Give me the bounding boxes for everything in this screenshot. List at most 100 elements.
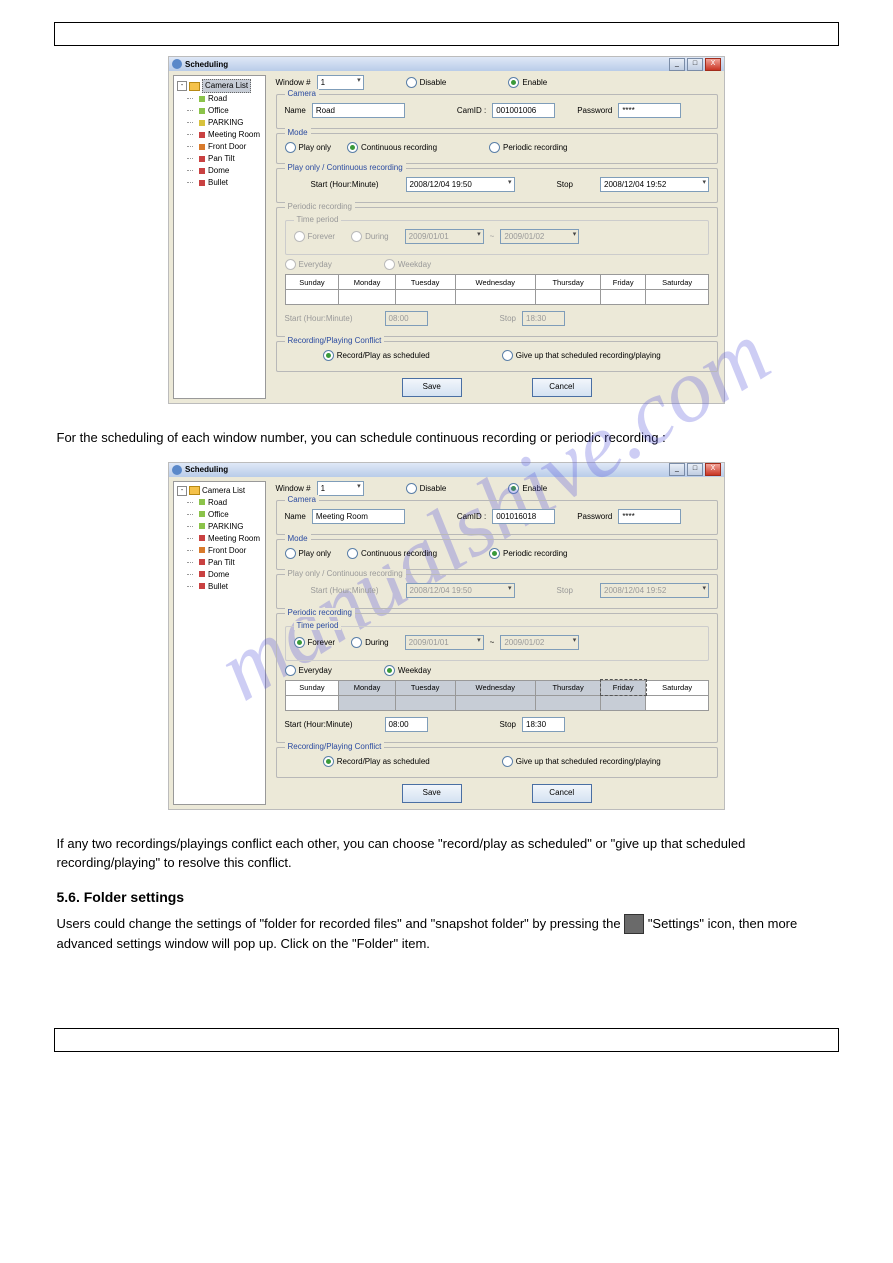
tree-item-pantilt[interactable]: Pan Tilt xyxy=(177,557,262,569)
radio-play-only[interactable]: Play only xyxy=(285,548,331,559)
tree-item-road[interactable]: Road xyxy=(177,497,262,509)
cancel-button[interactable]: Cancel xyxy=(532,784,592,803)
screenshot-scheduling-continuous: Scheduling _ □ X - Camera List Road Offi… xyxy=(168,56,725,404)
app-icon xyxy=(172,59,182,69)
radio-disable[interactable]: Disable xyxy=(406,483,447,494)
camid-input[interactable]: 001016018 xyxy=(492,509,555,524)
tree-root[interactable]: Camera List xyxy=(202,485,245,497)
p-start-input: 08:00 xyxy=(385,311,428,326)
screenshot-scheduling-periodic: Scheduling _ □ X - Camera List Road Offi… xyxy=(168,462,725,810)
tree-item-meeting[interactable]: Meeting Room xyxy=(177,533,262,545)
radio-weekday[interactable]: Weekday xyxy=(384,665,431,676)
radio-everyday[interactable]: Everyday xyxy=(285,665,332,676)
window-num-label: Window # xyxy=(276,484,311,493)
p-stop-input[interactable]: 18:30 xyxy=(522,717,565,732)
tree-item-dome[interactable]: Dome xyxy=(177,165,262,177)
group-camera-label: Camera xyxy=(285,89,319,98)
conflict-label: Recording/Playing Conflict xyxy=(285,742,385,751)
radio-enable[interactable]: Enable xyxy=(508,483,547,494)
page-header-box xyxy=(54,22,839,46)
p-start-input[interactable]: 08:00 xyxy=(385,717,428,732)
radio-continuous[interactable]: Continuous recording xyxy=(347,548,437,559)
tree-item-pantilt[interactable]: Pan Tilt xyxy=(177,153,262,165)
radio-periodic[interactable]: Periodic recording xyxy=(489,142,567,153)
paragraph-folder: Users could change the settings of "fold… xyxy=(57,914,837,954)
password-input[interactable]: **** xyxy=(618,103,681,118)
tree-item-parking[interactable]: PARKING xyxy=(177,117,262,129)
stop-label: Stop xyxy=(557,180,573,189)
radio-disable[interactable]: Disable xyxy=(406,77,447,88)
password-label: Password xyxy=(577,512,612,521)
camera-tree[interactable]: - Camera List Road Office PARKING Meetin… xyxy=(173,75,266,399)
radio-conf-record[interactable]: Record/Play as scheduled xyxy=(323,756,430,767)
maximize-icon[interactable]: □ xyxy=(687,58,703,71)
name-input[interactable]: Meeting Room xyxy=(312,509,405,524)
group-periodic-disabled: Periodic recording Time period Forever D… xyxy=(276,207,719,337)
radio-forever: Forever xyxy=(294,231,336,242)
weekday-table: SundayMondayTuesdayWednesdayThursdayFrid… xyxy=(285,274,710,305)
minimize-icon[interactable]: _ xyxy=(669,58,685,71)
camera-tree-2[interactable]: - Camera List Road Office PARKING Meetin… xyxy=(173,481,266,805)
close-icon[interactable]: X xyxy=(705,463,721,476)
tree-item-office[interactable]: Office xyxy=(177,509,262,521)
camid-input[interactable]: 001001006 xyxy=(492,103,555,118)
conflict-label: Recording/Playing Conflict xyxy=(285,336,385,345)
titlebar: Scheduling _ □ X xyxy=(169,57,724,71)
weekday-table-selected[interactable]: SundayMondayTuesdayWednesdayThursdayFrid… xyxy=(285,680,710,711)
radio-conf-giveup[interactable]: Give up that scheduled recording/playing xyxy=(502,756,661,767)
save-button[interactable]: Save xyxy=(402,378,462,397)
password-input[interactable]: **** xyxy=(618,509,681,524)
radio-forever[interactable]: Forever xyxy=(294,637,336,648)
tree-item-front[interactable]: Front Door xyxy=(177,141,262,153)
radio-enable[interactable]: Enable xyxy=(508,77,547,88)
tree-item-road[interactable]: Road xyxy=(177,93,262,105)
maximize-icon[interactable]: □ xyxy=(687,463,703,476)
time-period-label: Time period xyxy=(294,215,342,224)
tree-item-office[interactable]: Office xyxy=(177,105,262,117)
close-icon[interactable]: X xyxy=(705,58,721,71)
camid-label: CamID : xyxy=(457,106,486,115)
radio-periodic[interactable]: Periodic recording xyxy=(489,548,567,559)
tree-collapse-icon[interactable]: - xyxy=(177,81,187,91)
cancel-button[interactable]: Cancel xyxy=(532,378,592,397)
save-button[interactable]: Save xyxy=(402,784,462,803)
start-datetime[interactable]: 2008/12/04 19:50 xyxy=(406,177,515,192)
start-hm-label: Start (Hour:Minute) xyxy=(311,180,379,189)
p-stop-label: Stop xyxy=(500,314,516,323)
group-playcont-label: Play only / Continuous recording xyxy=(285,569,406,578)
paragraph-conflict: If any two recordings/playings conflict … xyxy=(57,834,837,873)
radio-continuous[interactable]: Continuous recording xyxy=(347,142,437,153)
tree-item-front[interactable]: Front Door xyxy=(177,545,262,557)
during-from: 2009/01/01 xyxy=(405,635,484,650)
time-period-label: Time period xyxy=(294,621,342,630)
group-camera: Camera Name Road CamID : 001001006 Passw… xyxy=(276,94,719,129)
tree-item-bullet[interactable]: Bullet xyxy=(177,581,262,593)
section-heading: 5.6. Folder settings xyxy=(57,887,837,908)
tree-root[interactable]: Camera List xyxy=(202,79,251,93)
during-to: 2009/01/02 xyxy=(500,229,579,244)
group-camera: Camera Name Meeting Room CamID : 0010160… xyxy=(276,500,719,535)
tree-item-parking[interactable]: PARKING xyxy=(177,521,262,533)
page-footer-box xyxy=(54,1028,839,1052)
window-num-label: Window # xyxy=(276,78,311,87)
tree-collapse-icon[interactable]: - xyxy=(177,486,187,496)
window-num-select[interactable]: 1 xyxy=(317,75,364,90)
group-periodic: Periodic recording Time period Forever D… xyxy=(276,613,719,743)
radio-play-only[interactable]: Play only xyxy=(285,142,331,153)
group-playcont-label: Play only / Continuous recording xyxy=(285,163,406,172)
radio-during[interactable]: During xyxy=(351,637,389,648)
group-mode: Mode Play only Continuous recording Peri… xyxy=(276,539,719,570)
group-periodic-label: Periodic recording xyxy=(285,202,355,211)
group-mode-label: Mode xyxy=(285,128,311,137)
window-num-select[interactable]: 1 xyxy=(317,481,364,496)
paragraph-1: For the scheduling of each window number… xyxy=(57,414,837,462)
radio-conf-record[interactable]: Record/Play as scheduled xyxy=(323,350,430,361)
tree-item-meeting[interactable]: Meeting Room xyxy=(177,129,262,141)
p-stop-input: 18:30 xyxy=(522,311,565,326)
tree-item-bullet[interactable]: Bullet xyxy=(177,177,262,189)
stop-datetime[interactable]: 2008/12/04 19:52 xyxy=(600,177,709,192)
radio-conf-giveup[interactable]: Give up that scheduled recording/playing xyxy=(502,350,661,361)
minimize-icon[interactable]: _ xyxy=(669,463,685,476)
tree-item-dome[interactable]: Dome xyxy=(177,569,262,581)
name-input[interactable]: Road xyxy=(312,103,405,118)
